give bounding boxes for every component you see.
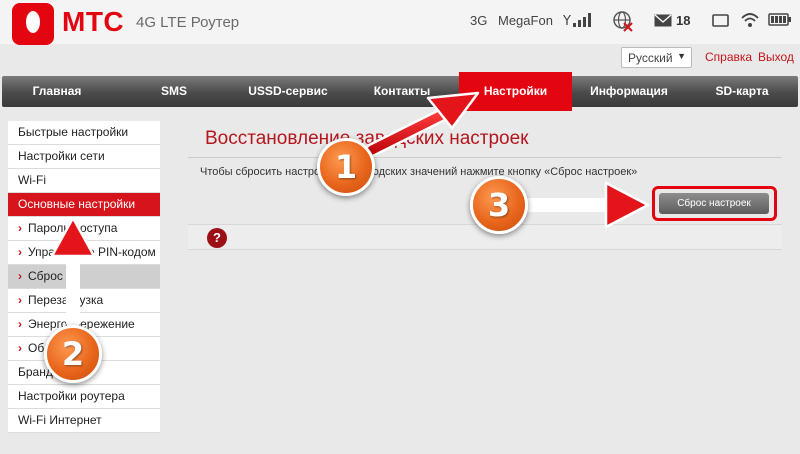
step-badge-3: 3: [470, 176, 528, 234]
step-badge-1: 1: [317, 138, 375, 196]
annotation-arrows: [50, 91, 650, 329]
arrow-to-settings-tab: [365, 91, 480, 157]
arrow-to-main-settings: [50, 216, 96, 329]
arrow-to-reset-button: [521, 181, 650, 229]
step-badge-2: 2: [44, 325, 102, 383]
